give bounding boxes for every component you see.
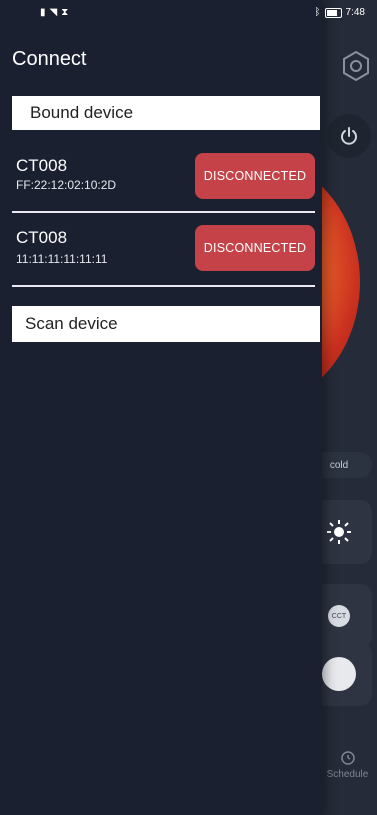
bound-device-label: Bound device [30,103,134,122]
device-row[interactable]: CT008 FF:22:12:02:10:2D DISCONNECTED [0,150,322,215]
hourglass-icon: ⧗ [61,7,69,18]
alarm-clock-icon [340,751,355,765]
cct-label: CCT [328,605,350,627]
white-circle-icon [322,657,356,691]
battery-icon [324,7,342,18]
device-row[interactable]: CT008 11:11:11:11:11:11 DISCONNECTED [0,222,322,287]
device-mac: FF:22:12:02:10:2D [16,178,117,192]
settings-hexagon-icon[interactable] [339,49,373,83]
disconnected-button[interactable]: DISCONNECTED [195,153,315,199]
bound-device-header: Bound device [12,96,320,130]
scan-device-label: Scan device [25,314,118,333]
device-name: CT008 [16,156,68,175]
divider [12,285,315,287]
schedule-label: Schedule [326,769,369,780]
wifi-icon: ◥ [49,7,58,18]
connect-drawer: Connect Bound device CT008 FF:22:12:02:1… [0,0,322,815]
status-time: 7:48 [345,7,365,18]
device-name: CT008 [16,228,68,247]
divider [12,211,315,213]
device-mac: 11:11:11:11:11:11 [16,252,108,266]
bluetooth-icon: ᛒ [314,7,321,18]
disconnected-button[interactable]: DISCONNECTED [195,225,315,271]
scan-device-header[interactable]: Scan device [12,306,320,342]
power-button[interactable] [327,114,371,158]
status-bar: ▮ ◥ ⧗ ᛒ 7:48 [0,0,377,26]
sun-icon [327,520,351,544]
drawer-title: Connect [12,48,87,70]
sim-icon: ▮ [40,7,46,18]
schedule-tab[interactable]: Schedule [318,748,377,796]
power-icon [341,127,357,145]
